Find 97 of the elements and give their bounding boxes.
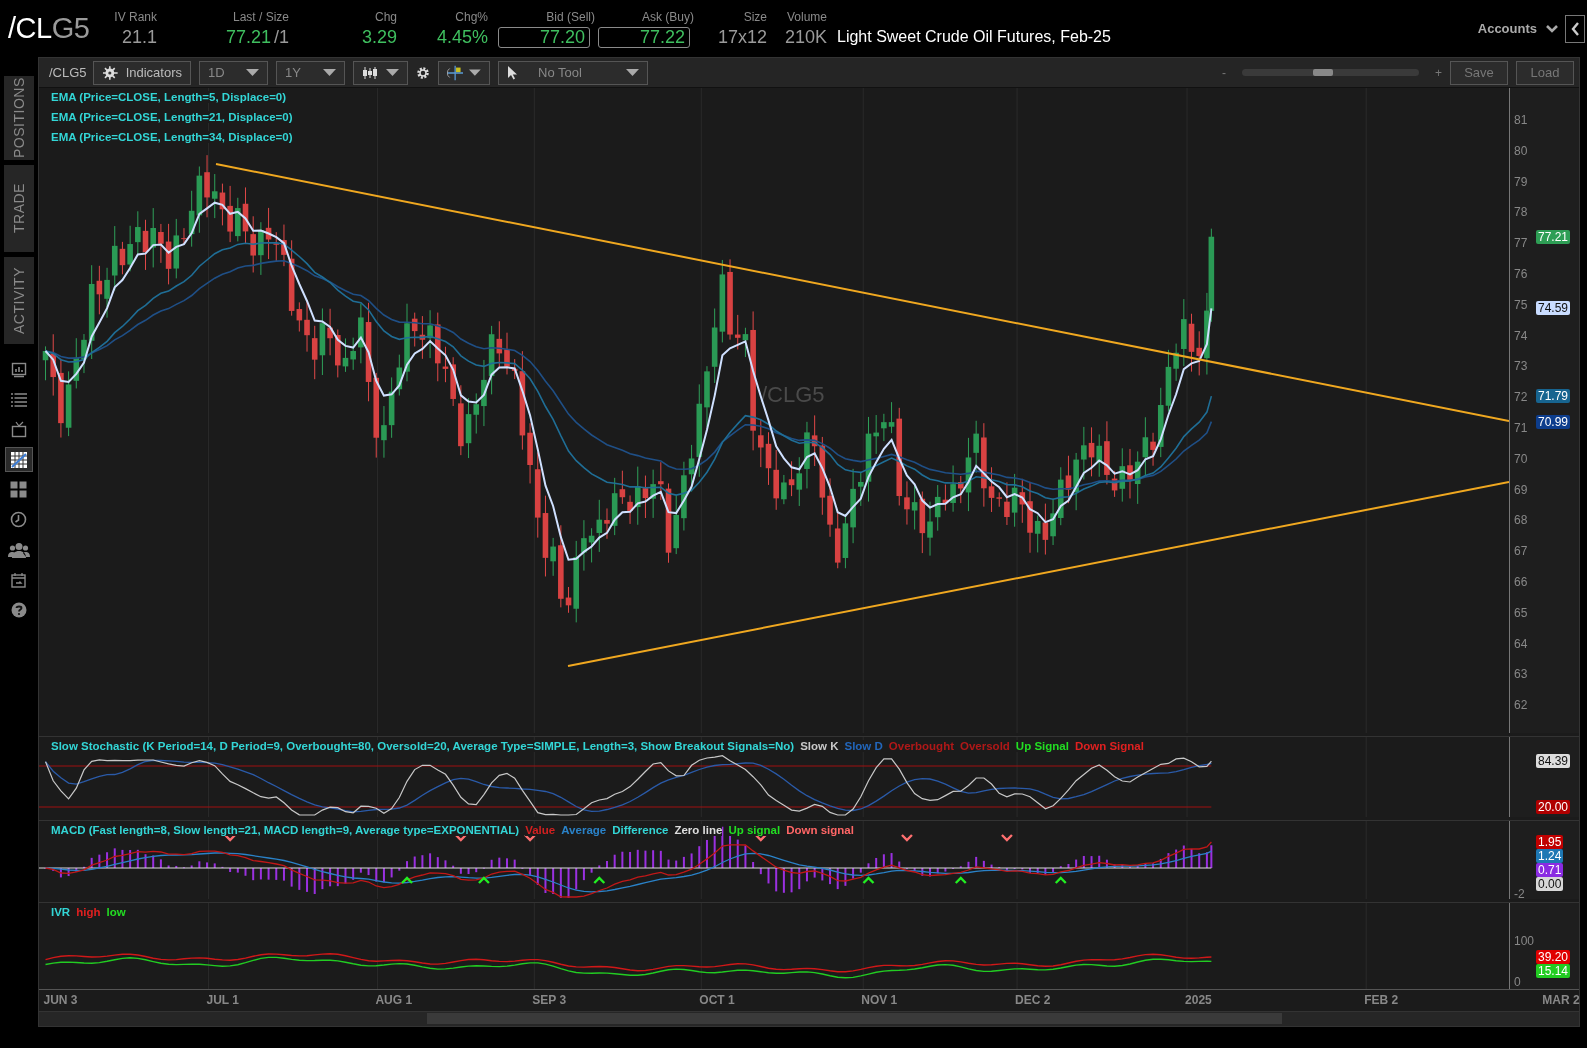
price-tick: 76 <box>1514 267 1528 282</box>
legend-label: Down Signal <box>1074 740 1144 753</box>
price-tick: 68 <box>1514 513 1528 528</box>
quote-value: 17x12 <box>717 26 767 48</box>
legend-label: Slow D <box>844 740 883 753</box>
price-tick: 71 <box>1514 421 1528 436</box>
accounts-dropdown[interactable]: Accounts <box>1471 21 1565 36</box>
price-badge: 70.99 <box>1536 414 1571 429</box>
price-tick: 81 <box>1514 113 1528 128</box>
value-badge: 1.24 <box>1536 849 1564 864</box>
price-tick: 69 <box>1514 482 1528 497</box>
drawing-tool-dropdown[interactable]: No Tool <box>498 60 648 85</box>
legend-label: MACD (Fast length=8, Slow length=21, MACD length=9, Average type=EXPONENTIAL) <box>51 824 520 837</box>
legend-label: Difference <box>612 824 669 837</box>
legend-label: Up Signal <box>1015 740 1069 753</box>
axis-tick: 0 <box>1514 975 1521 990</box>
price-badge: 71.79 <box>1536 389 1571 404</box>
side-tab[interactable]: TRADE <box>3 165 34 252</box>
value-badge: 84.39 <box>1536 754 1571 769</box>
study-legend: EMA (Price=CLOSE, Length=5, Displace=0) <box>51 91 287 104</box>
price-tick: 75 <box>1514 297 1528 312</box>
date-label: JUL 1 <box>206 993 239 1008</box>
chart-symbol: /CLG5 <box>49 65 85 81</box>
legend-label: low <box>106 906 126 919</box>
date-label: NOV 1 <box>861 993 898 1008</box>
quote-field[interactable]: 77.22 <box>598 26 690 48</box>
price-tick: 62 <box>1514 698 1528 713</box>
date-label: MAR 2 <box>1542 993 1580 1008</box>
legend-label: Oversold <box>960 740 1010 753</box>
study-legend: EMA (Price=CLOSE, Length=21, Displace=0) <box>51 111 293 124</box>
legend-label: Zero line <box>674 824 723 837</box>
price-tick: 73 <box>1514 359 1528 374</box>
symbol-title: /CLG5 <box>7 12 91 45</box>
date-label: AUG 1 <box>375 993 413 1008</box>
quote-label: Ask (Buy) <box>642 9 694 24</box>
quote-label: IV Rank <box>114 9 157 24</box>
legend-label: IVR <box>51 906 71 919</box>
quote-field[interactable]: 77.20 <box>498 26 590 48</box>
value-badge: 39.20 <box>1536 950 1571 965</box>
indicators-button[interactable]: Indicators <box>93 60 191 85</box>
toolbar-button[interactable]: Save <box>1450 60 1508 85</box>
side-tab[interactable]: POSITIONS <box>3 76 34 160</box>
aggregation-dropdown[interactable]: 1D <box>199 60 268 85</box>
quote-label: Last / Size <box>232 9 289 24</box>
quote-label: Chg% <box>455 9 488 24</box>
value-badge: 0.00 <box>1536 877 1564 892</box>
zoom-in-label[interactable]: + <box>1435 65 1442 80</box>
price-tick: 66 <box>1514 575 1528 590</box>
study-legend: EMA (Price=CLOSE, Length=34, Displace=0) <box>51 131 293 144</box>
quote-label: Volume <box>786 9 827 24</box>
legend-label: high <box>76 906 101 919</box>
price-tick: 74 <box>1514 328 1528 343</box>
axis-tick: 100 <box>1514 934 1535 949</box>
date-label: SEP 3 <box>532 993 567 1008</box>
quote-label: Size <box>743 9 767 24</box>
zoom-out-label[interactable]: - <box>1222 65 1226 80</box>
quote-label: Bid (Sell) <box>546 9 595 24</box>
quote-value: 21.1 <box>121 26 157 48</box>
price-badge: 74.59 <box>1536 301 1571 316</box>
price-badge: 77.21 <box>1536 229 1571 244</box>
axis-tick: -2 <box>1514 887 1525 902</box>
price-tick: 72 <box>1514 390 1528 405</box>
quote-size: /1 <box>274 26 289 48</box>
price-tick: 78 <box>1514 205 1528 220</box>
instrument-description: Light Sweet Crude Oil Futures, Feb-25 <box>837 26 1111 46</box>
value-badge: 0.71 <box>1536 863 1564 878</box>
price-tick: 70 <box>1514 451 1528 466</box>
value-badge: 1.95 <box>1536 835 1564 850</box>
price-tick: 80 <box>1514 143 1528 158</box>
toolbar-button[interactable]: Load <box>1516 60 1574 85</box>
legend-label: Overbought <box>888 740 954 753</box>
price-tick: 67 <box>1514 544 1528 559</box>
price-tick: 64 <box>1514 636 1528 651</box>
value-badge: 15.14 <box>1536 964 1571 979</box>
quote-value: 4.45% <box>436 26 488 48</box>
side-tab[interactable]: ACTIVITY <box>3 257 34 344</box>
legend-label: Slow Stochastic (K Period=14, D Period=9, Overbought=80, Oversold=20, Average Type=SIMPLE, Length=3, Show Breakout Signals=No) <box>51 740 795 753</box>
price-tick: 65 <box>1514 605 1528 620</box>
date-label: FEB 2 <box>1364 993 1399 1008</box>
date-label: DEC 2 <box>1015 993 1051 1008</box>
value-badge: 20.00 <box>1536 800 1571 815</box>
quote-value: 3.29 <box>361 26 397 48</box>
legend-label: Down signal <box>786 824 854 837</box>
quote-label: Chg <box>375 9 397 24</box>
legend-label: Slow K <box>800 740 839 753</box>
date-label: JUN 3 <box>43 993 78 1008</box>
price-tick: 63 <box>1514 667 1528 682</box>
price-tick: 77 <box>1514 236 1528 251</box>
legend-label: Up signal <box>728 824 781 837</box>
range-dropdown[interactable]: 1Y <box>276 60 345 85</box>
date-label: OCT 1 <box>699 993 735 1008</box>
quote-value: 210K <box>784 26 827 48</box>
legend-label: Value <box>525 824 556 837</box>
legend-label: Average <box>561 824 607 837</box>
quote-value: 77.21 <box>225 26 271 48</box>
date-label: 2025 <box>1185 993 1212 1008</box>
price-tick: 79 <box>1514 174 1528 189</box>
